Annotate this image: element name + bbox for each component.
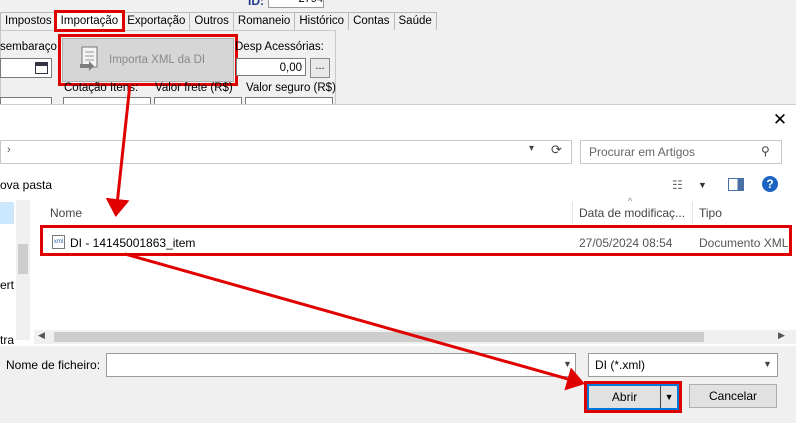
desp-browse-button[interactable]: ... [310,58,330,78]
chevron-down-icon[interactable]: ▼ [563,359,572,369]
column-header-type[interactable]: Tipo [699,202,722,224]
file-name[interactable]: DI - 14145001863_item [70,236,195,250]
new-folder-button[interactable]: ova pasta [0,178,52,192]
search-input[interactable]: Procurar em Artigos [589,145,695,159]
xml-file-icon: xml [52,235,65,249]
file-type-filter: DI (*.xml) [595,358,645,372]
file-type-select[interactable]: DI (*.xml) ▼ [588,353,778,377]
tab-romaneio[interactable]: Romaneio [232,12,296,30]
open-button-label[interactable]: Abrir [589,386,660,408]
file-type: Documento XML [699,236,789,250]
help-icon[interactable]: ? [762,176,778,192]
close-icon[interactable]: ✕ [770,110,790,130]
import-xml-di-button[interactable]: Importa XML da DI [58,34,238,86]
desp-acessorias-label: Desp Acessórias: [235,41,324,53]
view-options-icon[interactable]: ☷ [672,178,683,192]
filename-label: Nome de ficheiro: [6,358,101,372]
xml-import-icon [79,46,101,74]
search-box[interactable]: Procurar em Artigos ⚲ [580,140,782,164]
tab-exportacao[interactable]: Exportação [122,12,191,30]
tab-impostos[interactable]: Impostos [0,12,57,30]
open-split-dropdown-icon[interactable]: ▼ [660,386,677,408]
tab-bar: Impostos Importação Exportação Outros Ro… [0,10,437,32]
import-xml-di-label: Importa XML da DI [109,54,206,66]
chevron-right-icon[interactable]: › [7,144,11,156]
preview-pane-icon[interactable] [728,178,744,191]
calendar-icon[interactable] [35,62,48,74]
tab-importacao[interactable]: Importação [53,10,126,32]
horizontal-scrollbar[interactable]: ◀ ▶ [34,330,796,344]
desembaraco-label: sembaraço [0,41,57,53]
cotacao-itens-label: Cotação Itens: [64,82,139,94]
nav-scrollbar[interactable] [16,200,30,340]
valor-frete-label: Valor frete (R$) [155,82,233,94]
scroll-thumb[interactable] [18,244,28,274]
scroll-thumb[interactable] [54,332,704,342]
id-field[interactable]: 2794 [268,0,324,8]
search-icon[interactable]: ⚲ [761,144,770,158]
id-label: ID: [248,0,264,8]
refresh-icon[interactable]: ⟳ [551,142,562,158]
file-date: 27/05/2024 08:54 [579,236,673,250]
column-divider[interactable] [572,202,573,224]
nav-item[interactable]: ert [0,278,14,292]
tab-saude[interactable]: Saúde [393,12,437,30]
scroll-right-icon[interactable]: ▶ [778,330,785,341]
scroll-left-icon[interactable]: ◀ [38,330,45,341]
column-header-name[interactable]: Nome [50,202,82,224]
nav-item[interactable]: tra [0,333,14,347]
desp-acessorias-field[interactable]: 0,00 [236,58,306,76]
tab-contas[interactable]: Contas [348,12,395,30]
cancel-button[interactable]: Cancelar [689,384,777,408]
tab-historico[interactable]: Histórico [294,12,350,30]
chevron-down-icon[interactable]: ▾ [529,143,534,154]
tab-outros[interactable]: Outros [189,12,234,30]
chevron-down-icon[interactable]: ▼ [763,359,772,369]
view-dropdown-icon[interactable]: ▼ [698,180,707,190]
open-button[interactable]: Abrir ▼ [584,381,682,413]
filename-input[interactable]: ▼ [106,353,576,377]
desembaraco-date-field[interactable] [0,58,52,78]
nav-selected-item[interactable] [0,202,14,224]
column-divider[interactable] [692,202,693,224]
address-bar[interactable]: › ▾ ⟳ [0,140,572,164]
valor-seguro-label: Valor seguro (R$) [246,82,336,94]
column-header-date[interactable]: Data de modificaç... [579,202,685,224]
